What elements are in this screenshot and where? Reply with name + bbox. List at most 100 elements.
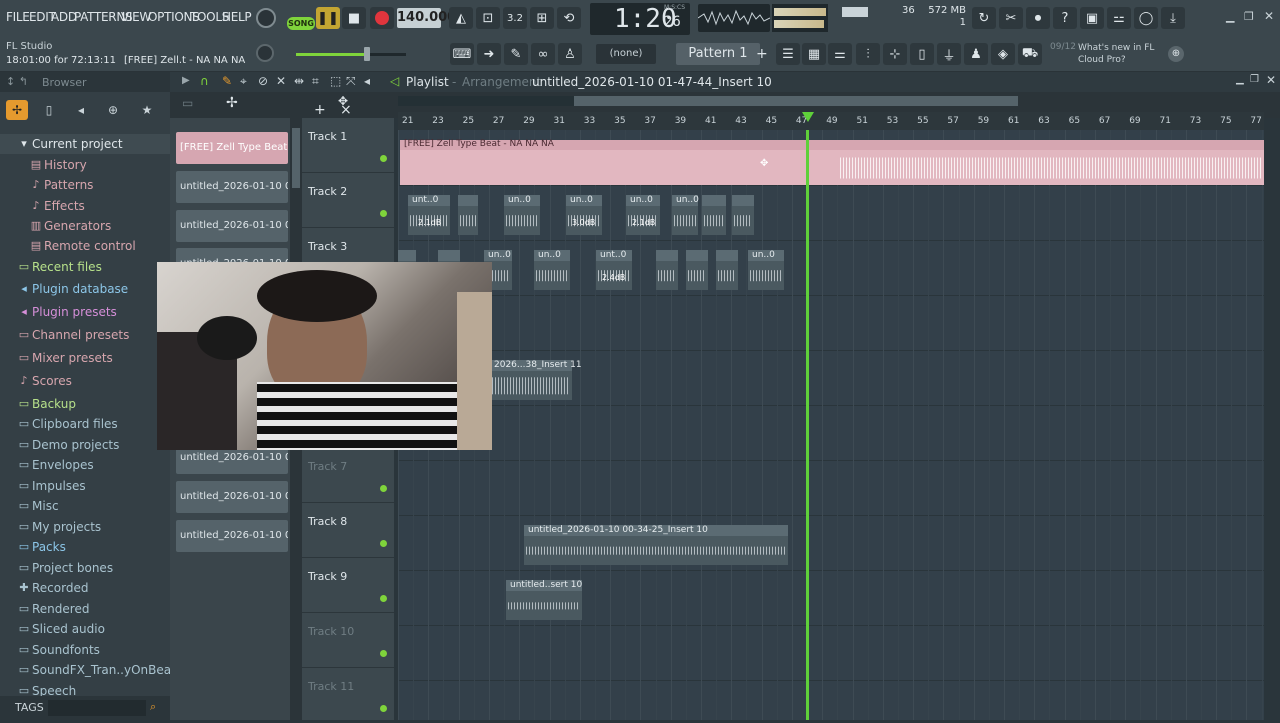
menu-view[interactable]: VIEW <box>121 10 151 24</box>
draw-tool-button[interactable]: ✎ <box>504 43 528 65</box>
track-header[interactable]: Track 11 <box>302 668 394 723</box>
browser-item-history[interactable]: ▤ History <box>0 155 170 175</box>
browser-item-recorded[interactable]: ✚ Recorded <box>0 578 170 598</box>
track-header[interactable]: Track 10 <box>302 613 394 668</box>
pencil-tool-icon[interactable]: ✎ <box>222 74 232 88</box>
browser-button[interactable]: ▯ <box>910 43 934 65</box>
pl-close-icon[interactable]: ✕ <box>1266 73 1276 87</box>
browser-item-rendered[interactable]: ▭ Rendered <box>0 599 170 619</box>
track-mute-led[interactable] <box>380 705 387 712</box>
track-mute-led[interactable] <box>380 595 387 602</box>
tab-audio[interactable]: ◂ <box>70 100 92 120</box>
playlist-play-icon[interactable]: ◁ <box>390 74 399 88</box>
menu-help[interactable]: HELP <box>222 10 252 24</box>
news-text[interactable]: What's new in FL Cloud Pro? <box>1078 42 1160 66</box>
track-mute-led[interactable] <box>380 540 387 547</box>
browser-item-envelopes[interactable]: ▭ Envelopes <box>0 455 170 475</box>
minimize-button[interactable]: ▁ <box>1226 10 1234 23</box>
pause-button[interactable]: ❚❚ <box>316 7 340 29</box>
stop-button[interactable]: ■ <box>342 7 366 29</box>
v-scroll-thumb[interactable] <box>292 128 300 188</box>
loop-record-button[interactable]: ⟲ <box>557 7 581 29</box>
browser-item-current-project[interactable]: ▾ Current project <box>0 134 170 154</box>
playlist-button[interactable]: ☰ <box>776 43 800 65</box>
tab-all[interactable]: ✢ <box>6 100 28 120</box>
mute-tool-icon[interactable]: ✕ <box>276 74 286 88</box>
track-mute-led[interactable] <box>380 485 387 492</box>
browser-item-generators[interactable]: ▥ Generators <box>0 216 170 236</box>
channel-rack-button[interactable]: ▦ <box>802 43 826 65</box>
browser-item-demo-projects[interactable]: ▭ Demo projects <box>0 435 170 455</box>
track-mute-led[interactable] <box>380 650 387 657</box>
song-mode-toggle[interactable]: SONG <box>287 17 315 30</box>
download-button[interactable]: ⤓ <box>1161 7 1185 29</box>
arrangement-grid[interactable]: [FREE] Zell Type Beat - NA NA NA ✥ unt..… <box>398 130 1264 720</box>
save-button[interactable]: ▣ <box>1080 7 1104 29</box>
step-edit-button[interactable]: ⊞ <box>530 7 554 29</box>
select-tool-icon[interactable]: ⬚ <box>330 74 341 88</box>
pattern-menu-icon[interactable]: ✢ <box>226 95 238 111</box>
add-track-icon[interactable]: + <box>314 102 326 118</box>
video-button[interactable]: ◈ <box>991 43 1015 65</box>
clip-track1[interactable]: [FREE] Zell Type Beat - NA NA NA ✥ <box>400 139 1264 185</box>
pattern-picker-icon[interactable]: ▭ <box>182 96 193 110</box>
tab-project[interactable]: ▯ <box>38 100 60 120</box>
browser-item-backup[interactable]: ▭ Backup <box>0 394 170 414</box>
track-header[interactable]: Track 1 <box>302 118 394 173</box>
menu-add[interactable]: ADD <box>51 10 77 24</box>
close-button[interactable]: ✕ <box>1264 9 1274 23</box>
track-header[interactable]: Track 8 <box>302 503 394 558</box>
help-button[interactable]: ? <box>1053 7 1077 29</box>
slice-tool-icon[interactable]: ⌗ <box>312 74 319 89</box>
mixer-view-button[interactable]: ⚌ <box>828 43 852 65</box>
clip-track2[interactable]: un..0 <box>504 195 540 235</box>
track-header[interactable]: Track 7 <box>302 448 394 503</box>
browser-item-my-projects[interactable]: ▭ My projects <box>0 517 170 537</box>
search-icon[interactable]: ⌕ <box>150 700 156 714</box>
clip-track3[interactable] <box>656 250 678 290</box>
menu-file[interactable]: FILE <box>6 10 30 24</box>
play-arrow-button[interactable]: ➜ <box>477 43 501 65</box>
browser-item-project-bones[interactable]: ▭ Project bones <box>0 558 170 578</box>
playlist-project[interactable]: untitled_2026-01-10 01-47-44_Insert 10 <box>532 75 772 89</box>
browser-item-plugin-database[interactable]: ◂ Plugin database <box>0 279 170 299</box>
clip-track3[interactable] <box>716 250 738 290</box>
link-button[interactable]: ∞ <box>531 43 555 65</box>
browser-item-impulses[interactable]: ▭ Impulses <box>0 476 170 496</box>
clip-track3[interactable] <box>686 250 708 290</box>
pattern-clip-item[interactable]: untitled_2026-01-10 00-... <box>176 481 288 514</box>
piano-roll-button[interactable]: ⌨ <box>450 43 474 65</box>
time-display[interactable]: 1:20 26 M:S:CS <box>590 3 690 35</box>
volume-handle[interactable] <box>364 47 370 61</box>
browser-item-scores[interactable]: ♪ Scores <box>0 371 170 391</box>
clip-track2[interactable]: unt..0 2.1dB <box>408 195 450 235</box>
clip-track2[interactable] <box>732 195 754 235</box>
clip-track3[interactable]: unt..0 2.4dB <box>596 250 632 290</box>
pattern-select[interactable]: Pattern 1 <box>676 43 760 65</box>
browser-item-soundfx-tran-yonbeat-com[interactable]: ▭ SoundFX_Tran..yOnBeat_com <box>0 660 208 680</box>
browser-item-plugin-presets[interactable]: ◂ Plugin presets <box>0 302 170 322</box>
playback-tool-icon[interactable]: ◂ <box>364 74 370 88</box>
clip-track3[interactable]: un..0 <box>748 250 784 290</box>
horizontal-scrollbar[interactable] <box>398 96 1018 106</box>
channel-settings-button[interactable]: ⫶ <box>856 43 880 65</box>
globe-button[interactable]: ⊕ <box>1168 46 1184 62</box>
stamp-button[interactable]: ♙ <box>558 43 582 65</box>
zoom-icon[interactable]: ✥ <box>338 94 348 108</box>
track-header[interactable]: Track 9 <box>302 558 394 613</box>
playhead[interactable] <box>806 130 809 720</box>
pattern-clip-item[interactable]: [FREE] Zell Type Beat... <box>176 132 288 164</box>
restore-button[interactable]: ❐ <box>1244 10 1254 23</box>
scroll-thumb[interactable] <box>574 96 1018 106</box>
pl-minimize-icon[interactable]: ▁ <box>1236 74 1244 85</box>
performance-button[interactable]: ♟ <box>964 43 988 65</box>
clip-track8[interactable]: untitled_2026-01-10 00-34-25_Insert 10 <box>524 525 788 565</box>
clip-track9[interactable]: untitled..sert 10 <box>506 580 582 620</box>
undo-button[interactable]: ↻ <box>972 7 996 29</box>
metronome-button[interactable]: ◭ <box>449 7 473 29</box>
clip-track2[interactable] <box>458 195 478 235</box>
browser-item-remote-control[interactable]: ▤ Remote control <box>0 236 170 256</box>
tags-filter-input[interactable] <box>48 700 146 716</box>
shop-button[interactable]: ⛟ <box>1018 43 1042 65</box>
wait-input-button[interactable]: ⊡ <box>476 7 500 29</box>
